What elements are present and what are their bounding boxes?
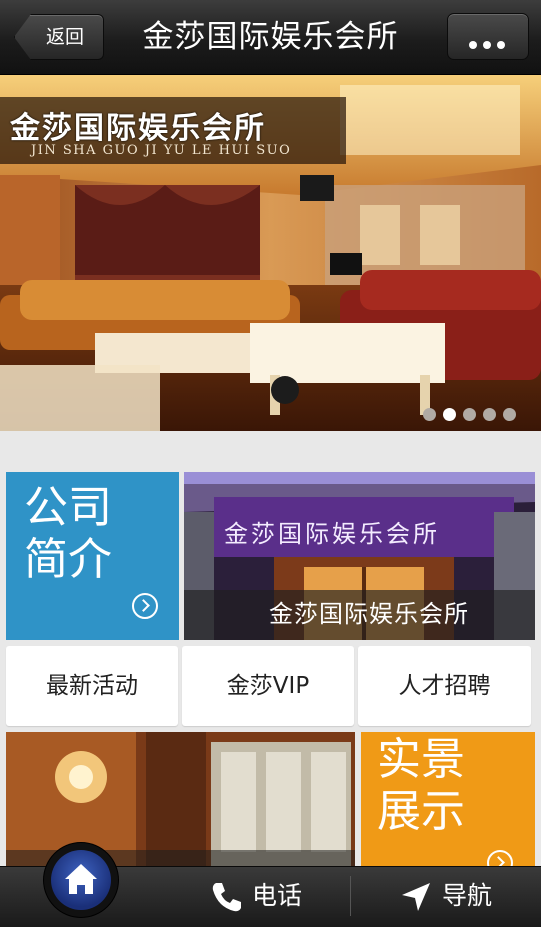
phone-button[interactable]: 电话: [208, 866, 302, 926]
club-photo-caption: 金莎国际娱乐会所: [184, 590, 535, 640]
latest-events-button[interactable]: 最新活动: [6, 646, 178, 726]
company-intro-label: 公司 简介: [24, 482, 134, 586]
jobs-button[interactable]: 人才招聘: [358, 646, 531, 726]
pager-dot-active[interactable]: [443, 408, 456, 421]
home-button[interactable]: [44, 843, 118, 917]
navigation-button[interactable]: 导航: [398, 866, 492, 926]
pager-dot[interactable]: [463, 408, 476, 421]
navigation-arrow-icon: [402, 883, 430, 911]
phone-label: 电话: [251, 881, 302, 910]
pager-dot[interactable]: [503, 408, 516, 421]
pager-dot[interactable]: [483, 408, 496, 421]
phone-icon: [212, 883, 241, 912]
navigation-label: 导航: [441, 881, 492, 910]
intro-line-2: 简介: [24, 534, 112, 585]
banner-slider[interactable]: 金莎国际娱乐会所 JIN SHA GUO JI YU LE HUI SUO: [0, 75, 541, 431]
more-dots-icon: [469, 34, 511, 53]
slide-pager[interactable]: [416, 406, 516, 425]
scene-line-1: 实景: [377, 734, 465, 785]
more-button[interactable]: [447, 13, 529, 60]
chevron-right-icon: [132, 593, 158, 619]
club-photo-tile[interactable]: 金莎国际娱乐会所 金莎国际娱乐会所: [184, 472, 535, 640]
back-button[interactable]: 返回: [14, 14, 104, 60]
intro-line-1: 公司: [24, 482, 112, 533]
scene-line-2: 展示: [377, 786, 465, 837]
scene-showcase-label: 实景 展示: [377, 734, 487, 838]
banner-logo-pinyin: JIN SHA GUO JI YU LE HUI SUO: [31, 143, 292, 158]
toolbar-divider: [350, 876, 351, 916]
vip-button[interactable]: 金莎VIP: [182, 646, 354, 726]
pager-dot[interactable]: [423, 408, 436, 421]
page-title: 金莎国际娱乐会所: [142, 19, 399, 55]
top-bar: 返回 金莎国际娱乐会所: [0, 0, 541, 75]
home-icon: [65, 864, 97, 894]
home-button-face: [51, 850, 111, 910]
scene-showcase-tile[interactable]: 实景 展示: [361, 732, 535, 872]
club-sign-text: 金莎国际娱乐会所: [224, 520, 440, 548]
banner-logo-title: 金莎国际娱乐会所: [10, 111, 266, 146]
company-intro-tile[interactable]: 公司 简介: [6, 472, 179, 640]
banner-logo: 金莎国际娱乐会所 JIN SHA GUO JI YU LE HUI SUO: [0, 97, 346, 164]
